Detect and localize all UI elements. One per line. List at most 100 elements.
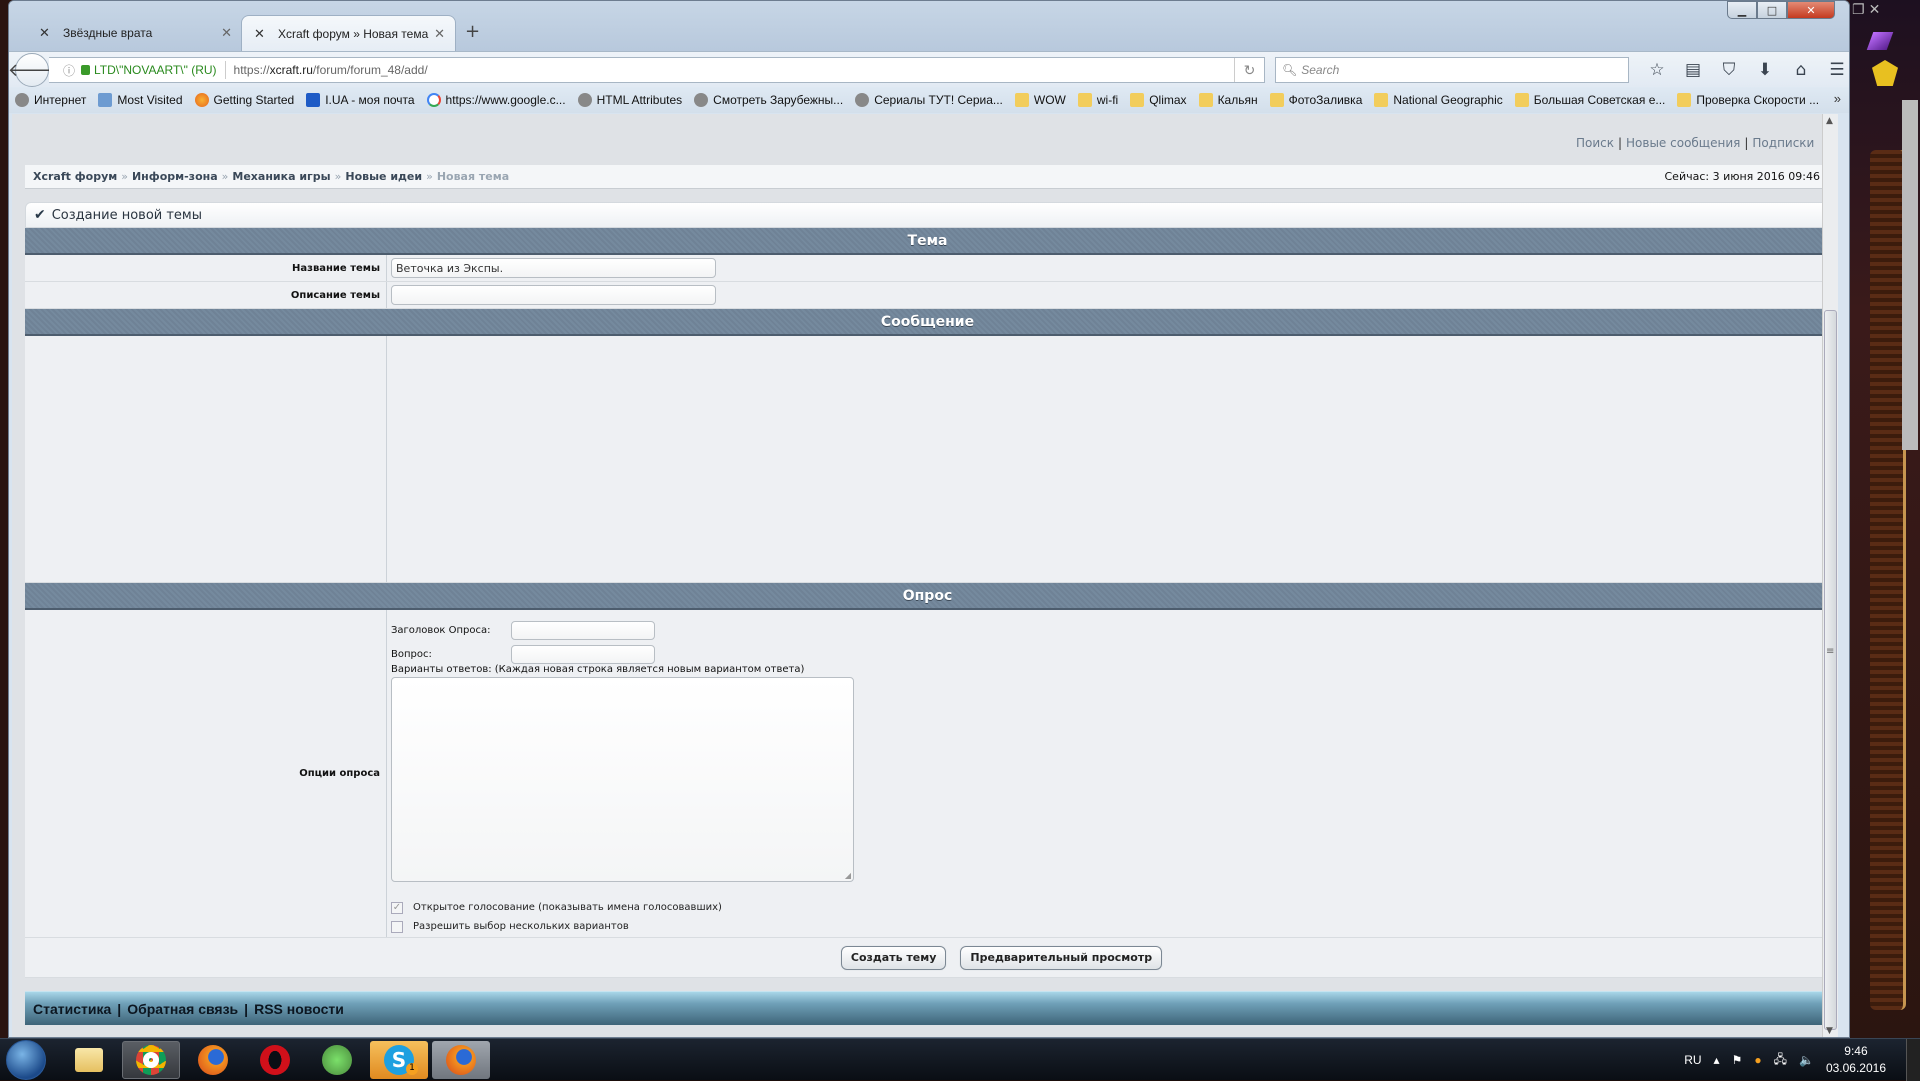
- topic-description-input[interactable]: [391, 285, 716, 305]
- bookmark-star-icon[interactable]: ☆: [1639, 57, 1675, 83]
- poll-options-row: Опции опроса Заголовок Опроса: Вопрос: В…: [25, 610, 1822, 938]
- close-icon[interactable]: ✕: [1869, 2, 1881, 22]
- close-button[interactable]: ✕: [1787, 1, 1835, 19]
- clock[interactable]: 9:4603.06.2016: [1826, 1043, 1886, 1077]
- back-button[interactable]: 🡐: [15, 53, 49, 87]
- start-button[interactable]: [6, 1040, 46, 1080]
- firefox-icon: [446, 1045, 476, 1075]
- lock-icon[interactable]: [81, 65, 90, 75]
- top-links: Поиск|Новые сообщения|Подписки: [1576, 136, 1822, 150]
- breadcrumb-new-ideas[interactable]: Новые идеи: [345, 170, 422, 183]
- show-desktop-button[interactable]: [1906, 1039, 1920, 1081]
- search-link[interactable]: Поиск: [1576, 136, 1614, 150]
- bookmark-label: Большая Советская е...: [1534, 93, 1666, 107]
- poll-question-input[interactable]: [511, 645, 655, 664]
- tab-xcraft-new-topic[interactable]: ✕ Xcraft форум » Новая тема ✕: [241, 15, 456, 51]
- poll-answers-textarea[interactable]: ◢: [391, 677, 854, 882]
- breadcrumb-info-zone[interactable]: Информ-зона: [132, 170, 218, 183]
- breadcrumb-forum[interactable]: Xcraft форум: [33, 170, 117, 183]
- site-identity[interactable]: LTD\"NOVAART\" (RU): [94, 63, 217, 77]
- bookmark-label: wi-fi: [1097, 93, 1118, 107]
- show-hidden-icons[interactable]: ▴: [1714, 1053, 1720, 1067]
- reload-icon[interactable]: ↻: [1234, 58, 1264, 82]
- subscriptions-link[interactable]: Подписки: [1752, 136, 1814, 150]
- topic-name-input[interactable]: Веточка из Экспы.: [391, 258, 716, 278]
- section-header-message: Сообщение: [25, 309, 1822, 336]
- poll-title-input[interactable]: [511, 621, 655, 640]
- pocket-icon[interactable]: ⛉: [1711, 57, 1747, 83]
- search-input[interactable]: 🔍︎ Search: [1275, 57, 1629, 83]
- tab-close-icon[interactable]: ✕: [221, 25, 232, 41]
- bookmark-item[interactable]: Смотреть Зарубежны...: [694, 93, 843, 107]
- separator: |: [244, 1001, 248, 1017]
- taskbar-globe-app[interactable]: [308, 1041, 366, 1079]
- poll-question-field: Вопрос:: [391, 642, 1822, 666]
- bookmark-item[interactable]: Getting Started: [195, 93, 295, 107]
- taskbar-skype[interactable]: S1: [370, 1041, 428, 1079]
- page-viewport: Поиск|Новые сообщения|Подписки Xcraft фо…: [12, 114, 1822, 1038]
- bookmark-item[interactable]: https://www.google.c...: [427, 93, 566, 107]
- url-scheme: https://: [234, 63, 270, 77]
- new-tab-button[interactable]: +: [465, 21, 480, 42]
- bookmark-item[interactable]: Проверка Скорости ...: [1677, 93, 1819, 107]
- scroll-down-icon[interactable]: ▼: [1826, 1026, 1833, 1036]
- bookmark-item[interactable]: Qlimax: [1130, 93, 1186, 107]
- statistics-link[interactable]: Статистика: [33, 1001, 111, 1017]
- breadcrumb-game-mechanics[interactable]: Механика игры: [232, 170, 330, 183]
- game-logo-icon[interactable]: [1872, 60, 1898, 86]
- feather-icon[interactable]: [1867, 32, 1894, 50]
- feedback-link[interactable]: Обратная связь: [127, 1001, 238, 1017]
- bookmark-item[interactable]: HTML Attributes: [578, 93, 683, 107]
- rss-link[interactable]: RSS новости: [254, 1001, 344, 1017]
- multi-choice-checkbox[interactable]: [391, 921, 403, 933]
- message-editor[interactable]: [387, 336, 1822, 582]
- bookmark-item[interactable]: I.UA - моя почта: [306, 93, 414, 107]
- bookmark-item[interactable]: Most Visited: [98, 93, 182, 107]
- action-center-flag-icon[interactable]: ⚑: [1732, 1053, 1743, 1067]
- bookmark-item[interactable]: Сериалы ТУТ! Сериа...: [855, 93, 1003, 107]
- info-icon[interactable]: ⓘ: [63, 62, 75, 79]
- bookmark-item[interactable]: Кальян: [1199, 93, 1258, 107]
- bookmark-item[interactable]: National Geographic: [1374, 93, 1502, 107]
- menu-icon[interactable]: ☰: [1819, 57, 1850, 83]
- taskbar-explorer[interactable]: [60, 1041, 118, 1079]
- minimize-button[interactable]: ▁: [1727, 1, 1757, 19]
- bookmark-item[interactable]: Интернет: [15, 93, 86, 107]
- maximize-button[interactable]: □: [1757, 1, 1787, 19]
- new-posts-link[interactable]: Новые сообщения: [1626, 136, 1740, 150]
- reading-list-icon[interactable]: ▤: [1675, 57, 1711, 83]
- restore-icon[interactable]: ❐: [1852, 2, 1865, 22]
- background-scrollbar[interactable]: [1902, 100, 1918, 450]
- more-bookmarks-icon[interactable]: »: [1834, 91, 1841, 106]
- address-bar[interactable]: ⓘ LTD\"NOVAART\" (RU) https://xcraft.ru/…: [49, 57, 1265, 83]
- bookmark-item[interactable]: ФотоЗаливка: [1270, 93, 1363, 107]
- download-icon[interactable]: ⬇: [1747, 57, 1783, 83]
- globe-icon: [322, 1045, 352, 1075]
- volume-icon[interactable]: 🔈: [1799, 1053, 1814, 1067]
- bookmark-item[interactable]: wi-fi: [1078, 93, 1118, 107]
- open-vote-checkbox[interactable]: ✓: [391, 902, 403, 914]
- folder-icon: [1015, 93, 1029, 107]
- tab-close-icon[interactable]: ✕: [434, 26, 445, 42]
- taskbar-firefox-active[interactable]: [432, 1041, 490, 1079]
- chrome-icon: [136, 1045, 166, 1075]
- taskbar-chrome[interactable]: [122, 1041, 180, 1079]
- tab-stargate[interactable]: ✕ Звёздные врата ✕: [27, 15, 242, 51]
- create-topic-button[interactable]: Создать тему: [841, 946, 947, 970]
- url-text[interactable]: https://xcraft.ru/forum/forum_48/add/: [234, 63, 428, 77]
- bookmark-item[interactable]: WOW: [1015, 93, 1066, 107]
- preview-button[interactable]: Предварительный просмотр: [960, 946, 1162, 970]
- page-scrollbar[interactable]: ▲ ≡ ▼: [1822, 114, 1838, 1038]
- scroll-up-icon[interactable]: ▲: [1826, 116, 1833, 126]
- bookmark-item[interactable]: Большая Советская е...: [1515, 93, 1666, 107]
- notification-badge-icon[interactable]: ●: [1754, 1053, 1761, 1067]
- taskbar-opera[interactable]: [246, 1041, 304, 1079]
- network-icon[interactable]: 🖧: [1774, 1050, 1787, 1071]
- scrollbar-thumb[interactable]: [1824, 310, 1837, 1030]
- most-visited-icon: [98, 93, 112, 107]
- home-icon[interactable]: ⌂: [1783, 57, 1819, 83]
- taskbar-firefox[interactable]: [184, 1041, 242, 1079]
- tab-title: Звёздные врата: [63, 26, 152, 40]
- resize-handle-icon[interactable]: ◢: [845, 871, 851, 880]
- language-indicator[interactable]: RU: [1684, 1053, 1701, 1067]
